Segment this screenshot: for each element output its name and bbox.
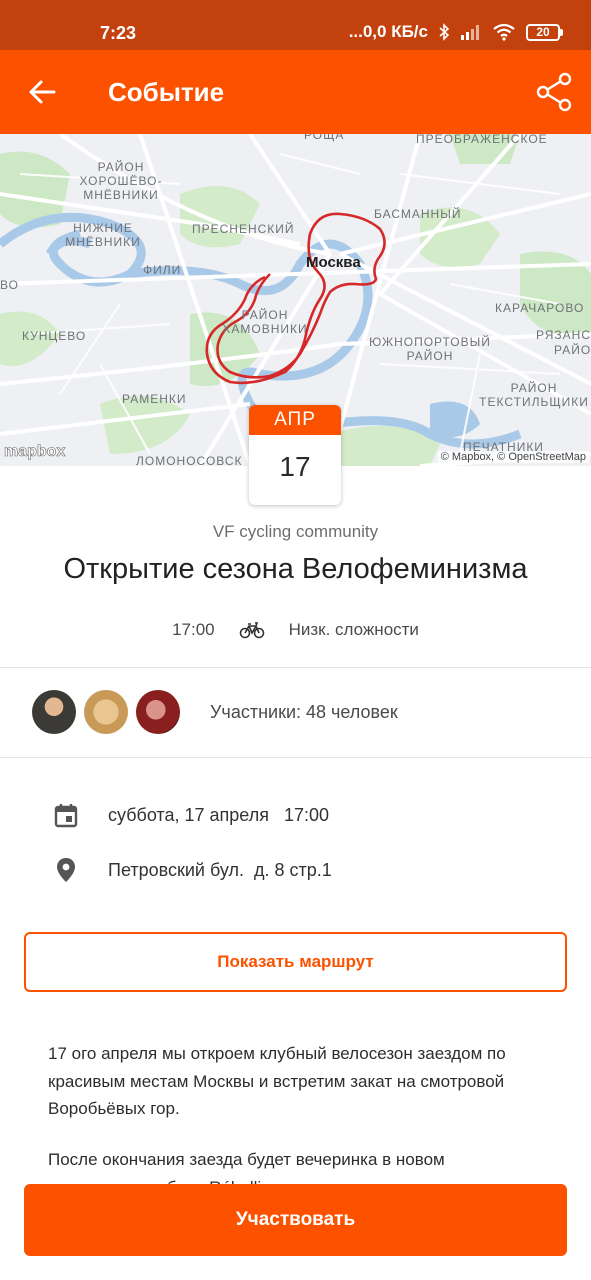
bluetooth-icon	[439, 23, 450, 41]
map-label: Нижние Мнёвники	[65, 221, 141, 249]
map-label: Раменки	[122, 392, 187, 406]
status-bar: 7:23 ...0,0 КБ/с 20	[0, 0, 591, 50]
location-pin-icon	[57, 858, 75, 882]
event-difficulty: Низк. сложности	[288, 620, 419, 639]
battery-level: 20	[526, 23, 560, 41]
map-label: Район Хорошёво-Мнёвники	[79, 160, 163, 202]
avatar	[84, 690, 128, 734]
event-day: 17	[279, 451, 311, 482]
map-label: Басманный	[374, 207, 462, 221]
status-time: 7:23	[100, 23, 137, 43]
app-bar: Событие	[0, 50, 591, 134]
map-label: Район Текстильщики	[479, 381, 589, 409]
map-label: Роща	[304, 134, 345, 142]
avatar	[136, 690, 180, 734]
event-title: Открытие сезона Велофеминизма	[63, 553, 528, 585]
divider	[0, 757, 591, 758]
page-title: Событие	[108, 77, 225, 107]
map-attribution[interactable]: © Mapbox, © OpenStreetMap	[437, 451, 589, 463]
status-icons: ...0,0 КБ/с 20	[349, 22, 563, 42]
event-time: 17:00	[172, 620, 215, 639]
join-button[interactable]: Участвовать	[24, 1184, 567, 1256]
event-location-text: Петровский бул. д. 8 стр.1	[108, 859, 332, 880]
avatar	[32, 690, 76, 734]
participants-count[interactable]: Участники: 48 человек	[210, 702, 398, 723]
wifi-icon	[493, 23, 515, 41]
description-paragraph: 17 ого апреля мы откроем клубный велосез…	[48, 1044, 506, 1118]
map-city-label: Москва	[306, 254, 361, 271]
battery-icon: 20	[526, 23, 563, 41]
map-label: Кунцево	[22, 329, 87, 343]
map-label: Рязанс	[536, 328, 591, 342]
network-speed: ...0,0 КБ/с	[348, 22, 428, 41]
signal-icon	[461, 25, 479, 40]
event-meta: 17:00 Низк. сложности	[0, 620, 591, 640]
map-label: Карачарово	[495, 301, 585, 315]
map-label: Пресненский	[192, 222, 295, 236]
map-label: Район	[554, 343, 591, 357]
arrow-left-icon[interactable]	[24, 74, 60, 110]
calendar-icon	[54, 804, 78, 828]
map-label: Южнопортовый район	[369, 335, 491, 363]
show-route-button[interactable]: Показать маршрут	[24, 932, 567, 992]
event-month: АПР	[249, 405, 341, 435]
map-label: Ломоносовск	[136, 454, 243, 466]
event-date-text: суббота, 17 апреля 17:00	[108, 804, 329, 825]
event-location-row: Петровский бул. д. 8 стр.1	[52, 856, 332, 884]
map-label: Фили	[143, 263, 182, 277]
divider	[0, 667, 591, 668]
mapbox-logo[interactable]: mapbox	[4, 443, 66, 461]
map-label: Район Хамовники	[222, 308, 308, 336]
bicycle-icon	[239, 622, 264, 639]
event-date-row: суббота, 17 апреля 17:00	[52, 801, 329, 829]
event-date-card: АПР 17	[249, 405, 341, 505]
map-label: Преображенское	[416, 134, 548, 146]
map-label: во	[0, 278, 19, 292]
club-name[interactable]: VF cycling community	[0, 522, 591, 542]
share-icon[interactable]	[535, 72, 573, 112]
